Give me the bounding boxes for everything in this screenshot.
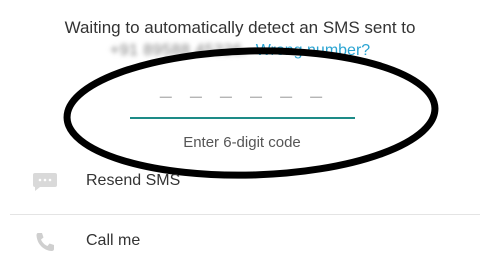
call-me-button[interactable]: Call me (0, 224, 480, 260)
resend-sms-button[interactable]: Resend SMS (0, 164, 480, 200)
code-input[interactable]: — — — — — — (130, 84, 355, 120)
divider (10, 214, 480, 215)
call-me-label: Call me (86, 232, 141, 249)
code-placeholder: — — — — — — (159, 84, 326, 108)
phone-icon (32, 232, 58, 252)
code-hint: Enter 6-digit code (183, 134, 301, 151)
resend-sms-label: Resend SMS (86, 172, 181, 189)
code-input-underline (130, 117, 355, 119)
waiting-message: Waiting to automatically detect an SMS s… (64, 18, 416, 37)
message-icon (32, 172, 58, 192)
phone-number: +91 89588 45326. (109, 42, 248, 59)
wrong-number-link[interactable]: Wrong number? (256, 42, 370, 59)
sms-verification-screen: Waiting to automatically detect an SMS s… (0, 0, 480, 270)
phone-number-line: +91 89588 45326. Wrong number? (0, 42, 480, 60)
